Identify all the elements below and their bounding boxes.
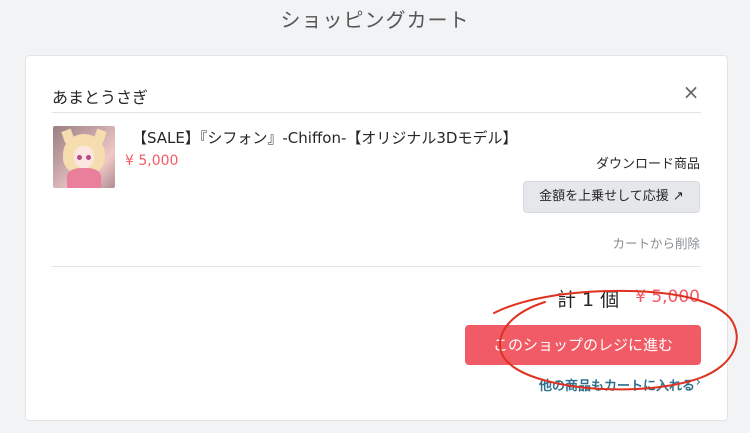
thumbnail-body-shape — [67, 168, 101, 188]
product-price: ¥ 5,000 — [125, 153, 179, 169]
cart-card: あまとうさぎ × 【SALE】『シフォン』-Chiffon-【オリジナル3Dモデ… — [25, 55, 728, 421]
thumbnail-eye-shape — [86, 155, 91, 160]
divider — [52, 266, 701, 267]
remove-from-cart-link[interactable]: カートから削除 — [612, 233, 700, 252]
product-type-label: ダウンロード商品 — [595, 157, 700, 172]
checkout-button[interactable]: このショップのレジに進む — [465, 325, 701, 365]
chevron-right-icon: › — [695, 375, 701, 390]
thumbnail-eye-shape — [77, 155, 82, 160]
product-title[interactable]: 【SALE】『シフォン』-Chiffon-【オリジナル3Dモデル】 — [132, 127, 517, 148]
page-title: ショッピングカート — [280, 8, 470, 32]
close-icon[interactable]: × — [681, 82, 701, 102]
continue-shopping-link[interactable]: 他の商品もカートに入れる — [539, 375, 695, 394]
boost-support-button[interactable]: 金額を上乗せして応援 ↗ — [523, 181, 700, 213]
divider — [52, 112, 701, 113]
shop-name[interactable]: あまとうさぎ — [52, 84, 148, 108]
total-count: 計 1 個 — [557, 289, 620, 311]
product-thumbnail[interactable] — [53, 126, 115, 188]
total-price: ¥ 5,000 — [635, 287, 700, 307]
